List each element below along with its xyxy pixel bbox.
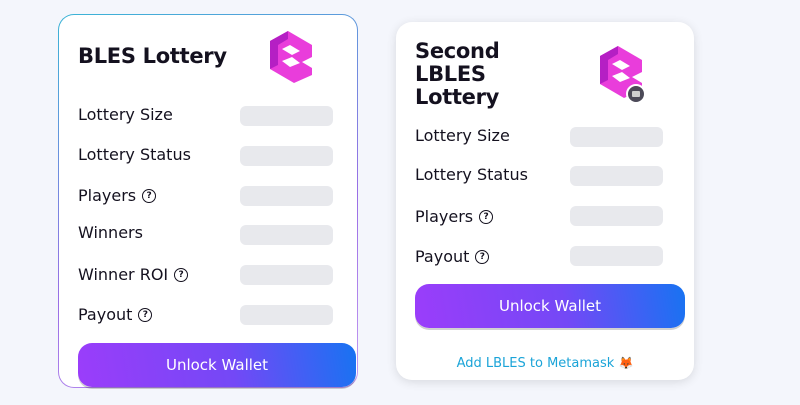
metamask-fox-icon: 🦊 — [618, 356, 634, 370]
add-to-metamask-link[interactable]: Add LBLES to Metamask 🦊 — [396, 356, 694, 371]
second-lbles-lottery-card: Second LBLES Lottery Lottery Size Lotter… — [396, 22, 694, 380]
card-title: BLES Lottery — [78, 44, 227, 68]
loading-placeholder — [570, 127, 663, 147]
unlock-wallet-button[interactable]: Unlock Wallet — [78, 343, 356, 387]
card-title: Second LBLES Lottery — [415, 39, 500, 109]
token-badge-icon — [626, 84, 646, 104]
help-icon[interactable]: ? — [479, 210, 494, 224]
row-lottery-size: Lottery Size — [415, 126, 510, 145]
loading-placeholder — [570, 246, 663, 266]
loading-placeholder — [240, 225, 333, 245]
bles-lottery-card: BLES Lottery Lottery Size Lottery Status… — [58, 14, 358, 388]
help-icon[interactable]: ? — [475, 250, 490, 264]
help-icon[interactable]: ? — [174, 268, 189, 282]
row-winners: Winners — [78, 223, 143, 242]
loading-placeholder — [240, 305, 333, 325]
row-players: Players? — [78, 186, 157, 206]
unlock-wallet-button[interactable]: Unlock Wallet — [415, 284, 685, 328]
help-icon[interactable]: ? — [138, 308, 153, 322]
row-lottery-status: Lottery Status — [78, 145, 191, 164]
loading-placeholder — [240, 146, 333, 166]
row-lottery-status: Lottery Status — [415, 165, 528, 184]
loading-placeholder — [570, 166, 663, 186]
row-payout: Payout? — [415, 247, 490, 267]
row-players: Players? — [415, 207, 494, 227]
bles-logo-icon — [270, 31, 312, 83]
help-icon[interactable]: ? — [142, 189, 157, 203]
row-winner-roi: Winner ROI? — [78, 265, 189, 285]
loading-placeholder — [240, 265, 333, 285]
loading-placeholder — [570, 206, 663, 226]
metamask-link-text: Add LBLES to Metamask — [456, 356, 615, 371]
row-lottery-size: Lottery Size — [78, 105, 173, 124]
row-payout: Payout? — [78, 305, 153, 325]
loading-placeholder — [240, 106, 333, 126]
loading-placeholder — [240, 186, 333, 206]
